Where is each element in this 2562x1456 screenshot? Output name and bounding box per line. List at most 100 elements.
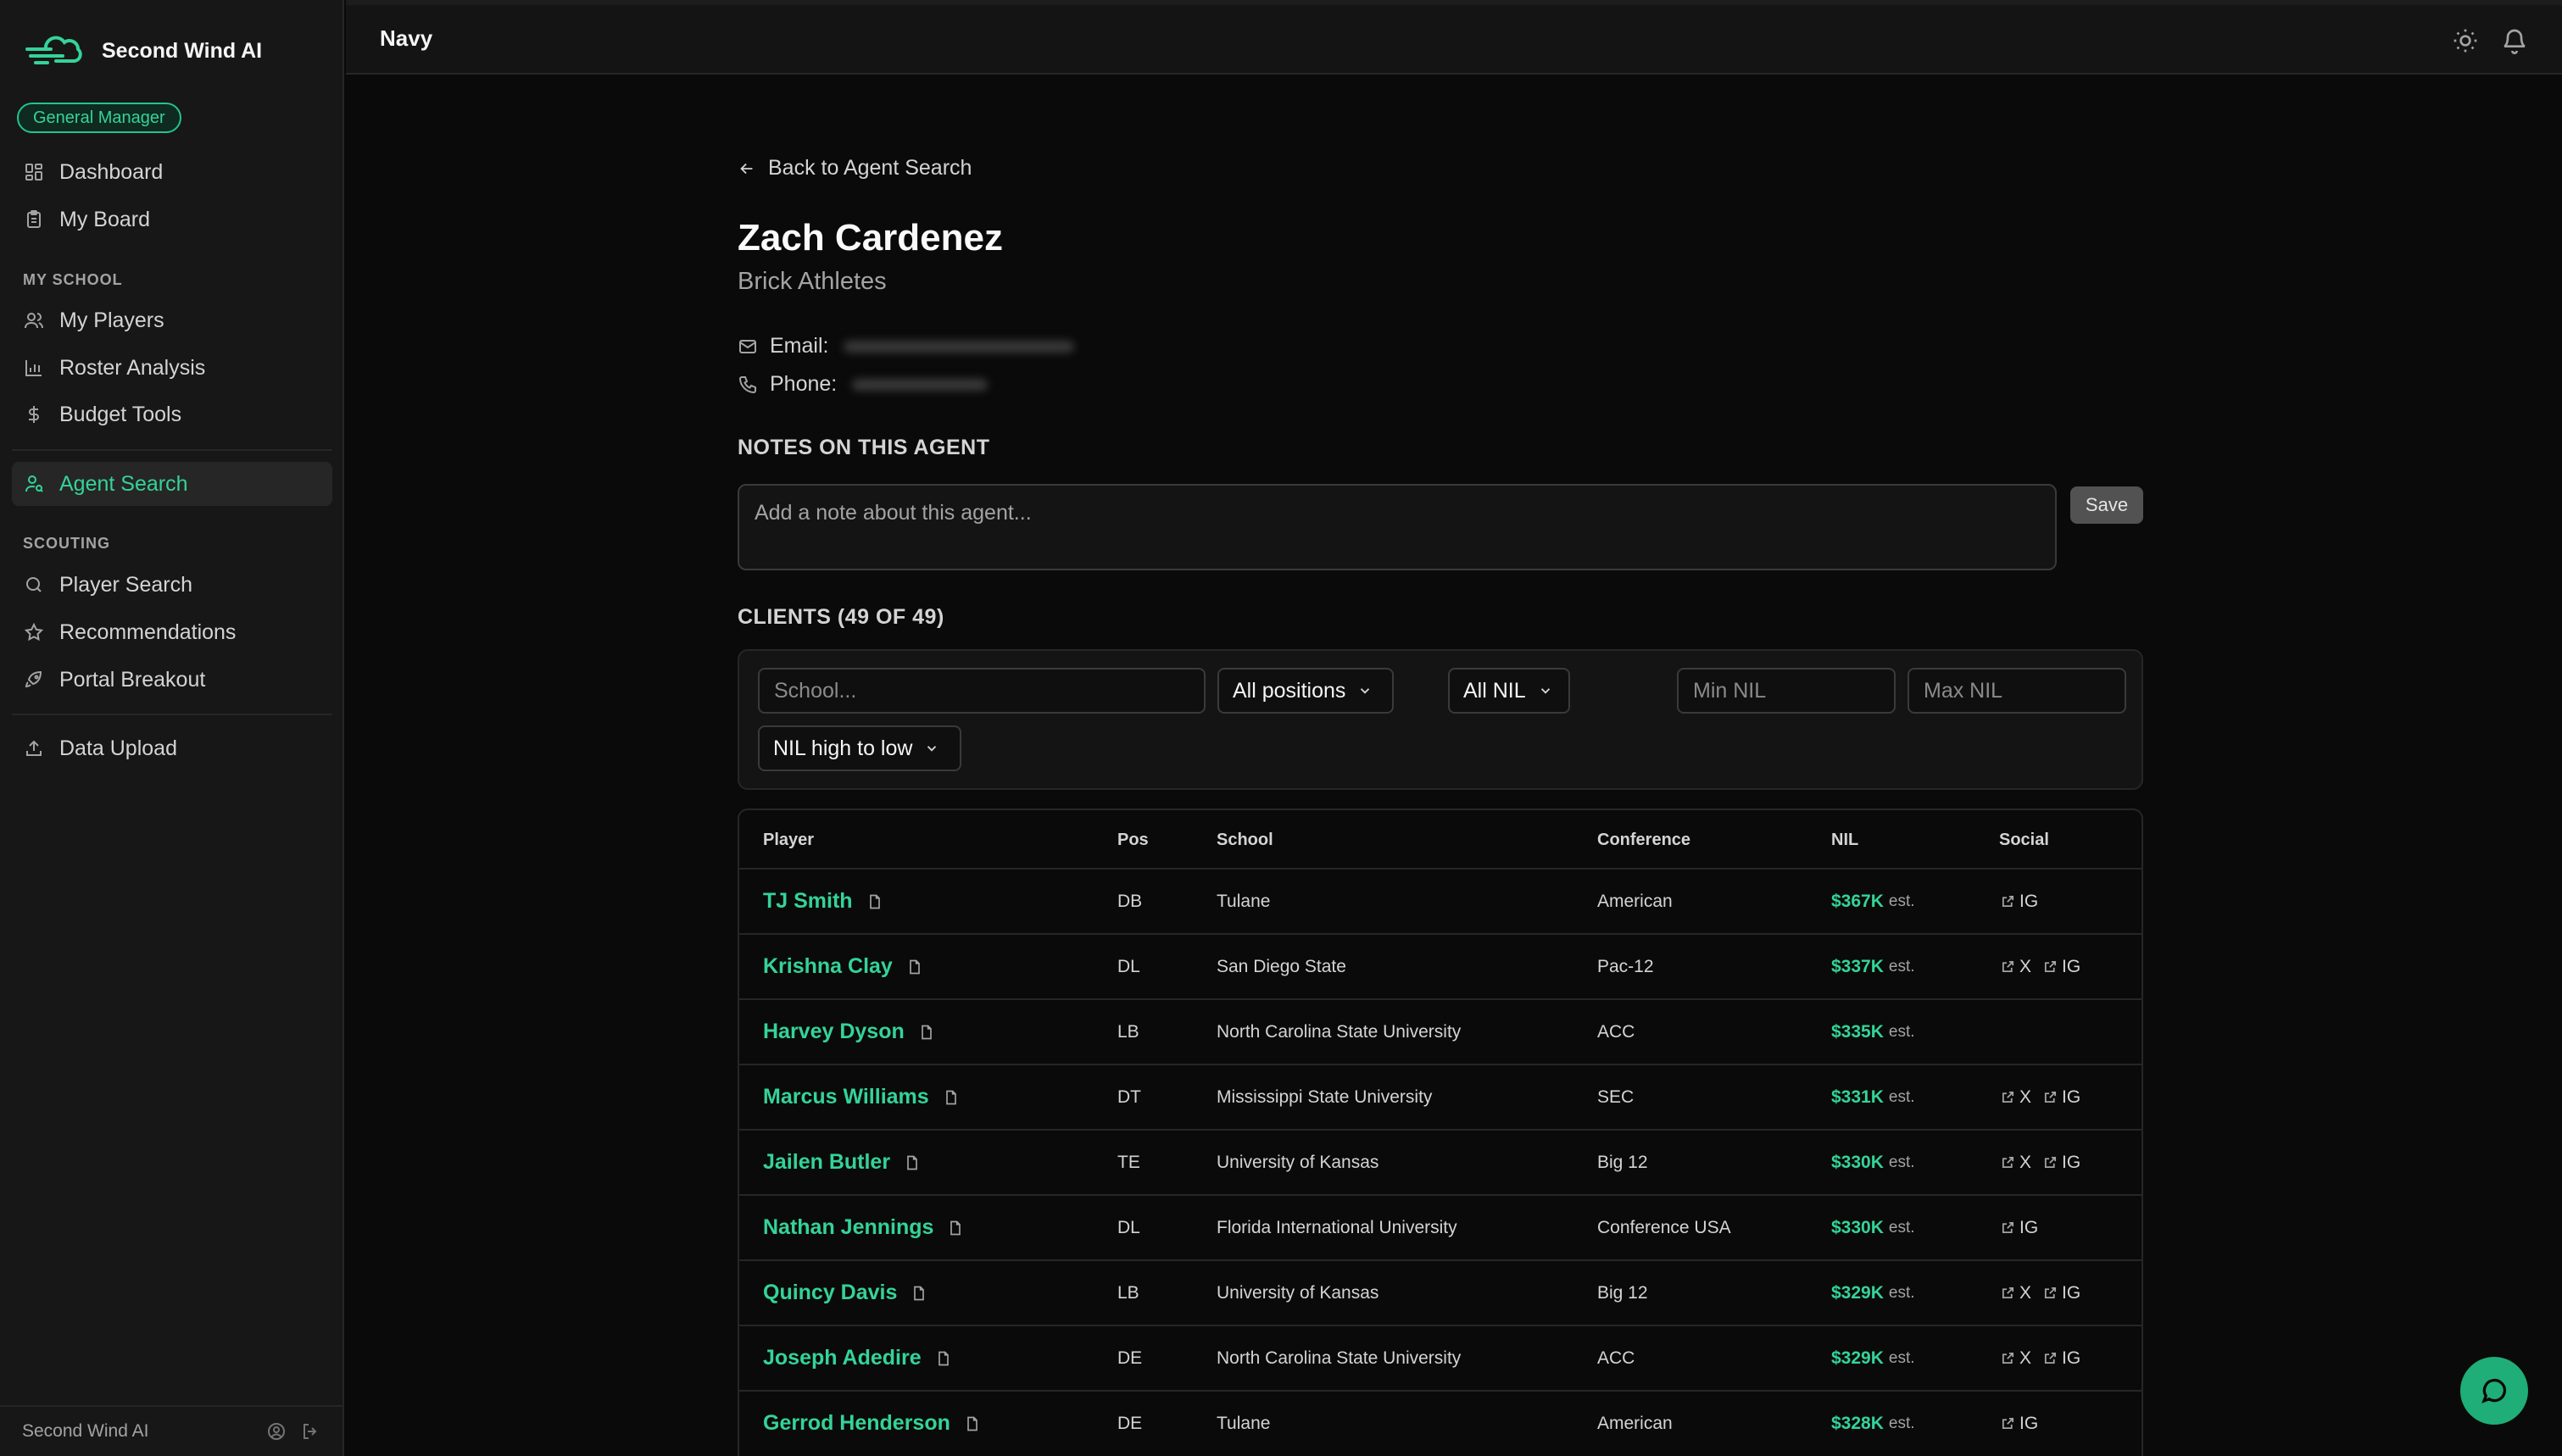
chevron-down-icon [1540,688,1550,694]
social-cell: IG [2001,1196,2050,1259]
nav-player-search[interactable]: Player Search [12,563,332,607]
external-link-icon [2001,1090,2019,1104]
header-social[interactable]: Social [1999,831,2049,850]
conference-cell: ACC [1597,1348,1635,1368]
instagram-link[interactable]: IG [2043,1283,2080,1303]
nav-roster-analysis[interactable]: Roster Analysis [12,346,332,390]
nav-data-upload[interactable]: Data Upload [12,726,332,770]
sun-icon[interactable] [2452,27,2479,54]
document-icon[interactable] [904,1154,921,1171]
document-icon[interactable] [906,959,923,975]
social-cell: X IG [2001,1065,2092,1129]
table-row: Nathan Jennings DL Florida International U… [739,1194,2141,1259]
header-player[interactable]: Player [763,831,814,850]
nil-est: est. [1888,1414,1915,1432]
player-link[interactable]: Nathan Jennings [763,1215,933,1240]
nil-select[interactable]: All NIL [1448,668,1570,714]
sidebar: Second Wind AI General Manager Dashboard… [0,0,344,1456]
section-label-my-school: MY SCHOOL [23,271,123,288]
nav-budget-tools[interactable]: Budget Tools [12,392,332,436]
ig-label: IG [2062,1348,2081,1368]
school-filter-input[interactable]: School... [758,668,1206,714]
x-link[interactable]: X [2001,957,2031,977]
phone-redacted [852,378,989,391]
player-link[interactable]: Gerrod Henderson [763,1411,950,1436]
player-link[interactable]: Harvey Dyson [763,1020,905,1044]
instagram-link[interactable]: IG [2043,1153,2080,1173]
header-conference[interactable]: Conference [1597,831,1690,850]
external-link-icon [2043,1351,2062,1365]
header-nil[interactable]: NIL [1831,831,1858,850]
logout-icon[interactable] [300,1421,320,1442]
positions-select[interactable]: All positions [1217,668,1394,714]
social-cell: IG [2001,870,2050,933]
social-cell: X IG [2001,1131,2092,1194]
school-cell: North Carolina State University [1217,1348,1462,1368]
document-icon[interactable] [943,1089,960,1106]
document-icon[interactable] [918,1024,935,1041]
x-label: X [2019,1282,2032,1303]
instagram-link[interactable]: IG [2001,1414,2038,1434]
nav-my-board[interactable]: My Board [12,197,332,242]
table-row: TJ Smith DB Tulane American $367K est. IG [739,868,2141,933]
document-icon[interactable] [935,1350,952,1367]
document-icon[interactable] [866,893,883,910]
instagram-link[interactable]: IG [2001,892,2038,912]
player-link[interactable]: Joseph Adedire [763,1346,922,1370]
document-icon[interactable] [947,1220,964,1236]
back-to-agent-search-link[interactable]: Back to Agent Search [738,156,972,181]
nil-value: $330K [1831,1152,1884,1172]
pos-cell: DE [1117,1348,1143,1368]
player-link[interactable]: TJ Smith [763,889,853,914]
brand-name: Second Wind AI [102,38,263,63]
nil-value: $329K [1831,1348,1884,1368]
external-link-icon [2001,959,2019,974]
instagram-link[interactable]: IG [2001,1218,2038,1238]
school-cell: Florida International University [1217,1217,1457,1237]
conference-cell: ACC [1597,1021,1635,1042]
pos-cell: DB [1117,891,1143,911]
clients-title: CLIENTS (49 OF 49) [738,605,944,629]
document-icon[interactable] [911,1285,927,1302]
client-filters: School... All positions All NIL Min NIL … [738,649,2143,790]
rocket-icon [24,670,44,690]
nil-est: est. [1888,1153,1915,1171]
min-nil-input[interactable]: Min NIL [1677,668,1896,714]
nav-agent-search[interactable]: Agent Search [12,462,332,506]
table-row: Harvey Dyson LB North Carolina State Unive… [739,998,2141,1064]
nav-dashboard[interactable]: Dashboard [12,150,332,194]
document-icon[interactable] [964,1415,981,1432]
player-link[interactable]: Jailen Butler [763,1150,890,1175]
instagram-link[interactable]: IG [2043,1348,2080,1369]
nav-label: Agent Search [59,471,188,496]
brand[interactable]: Second Wind AI [22,25,262,76]
x-link[interactable]: X [2001,1153,2031,1173]
save-note-button[interactable]: Save [2070,486,2143,524]
chat-button[interactable] [2460,1357,2528,1425]
nav-portal-breakout[interactable]: Portal Breakout [12,658,332,702]
player-link[interactable]: Marcus Williams [763,1085,929,1109]
bell-icon[interactable] [2501,27,2528,54]
x-link[interactable]: X [2001,1348,2031,1369]
header-pos[interactable]: Pos [1117,831,1149,850]
nav-recommendations[interactable]: Recommendations [12,610,332,654]
sort-select[interactable]: NIL high to low [758,725,961,771]
table-row: Krishna Clay DL San Diego State Pac-12 $337K… [739,933,2141,998]
max-nil-input[interactable]: Max NIL [1908,668,2126,714]
external-link-icon [2043,1155,2062,1170]
player-link[interactable]: Quincy Davis [763,1281,897,1305]
player-link[interactable]: Krishna Clay [763,954,893,979]
section-label-scouting: SCOUTING [23,535,111,552]
x-link[interactable]: X [2001,1283,2031,1303]
account-icon[interactable] [266,1421,287,1442]
social-cell: X IG [2001,1261,2092,1325]
instagram-link[interactable]: IG [2043,957,2080,977]
header-school[interactable]: School [1217,831,1273,850]
instagram-link[interactable]: IG [2043,1087,2080,1108]
nil-value: $331K [1831,1086,1884,1107]
x-link[interactable]: X [2001,1087,2031,1108]
agent-note-input[interactable]: Add a note about this agent... [738,484,2057,570]
nav-my-players[interactable]: My Players [12,298,332,342]
notes-title: NOTES ON THIS AGENT [738,436,990,459]
nil-est: est. [1888,1348,1915,1367]
